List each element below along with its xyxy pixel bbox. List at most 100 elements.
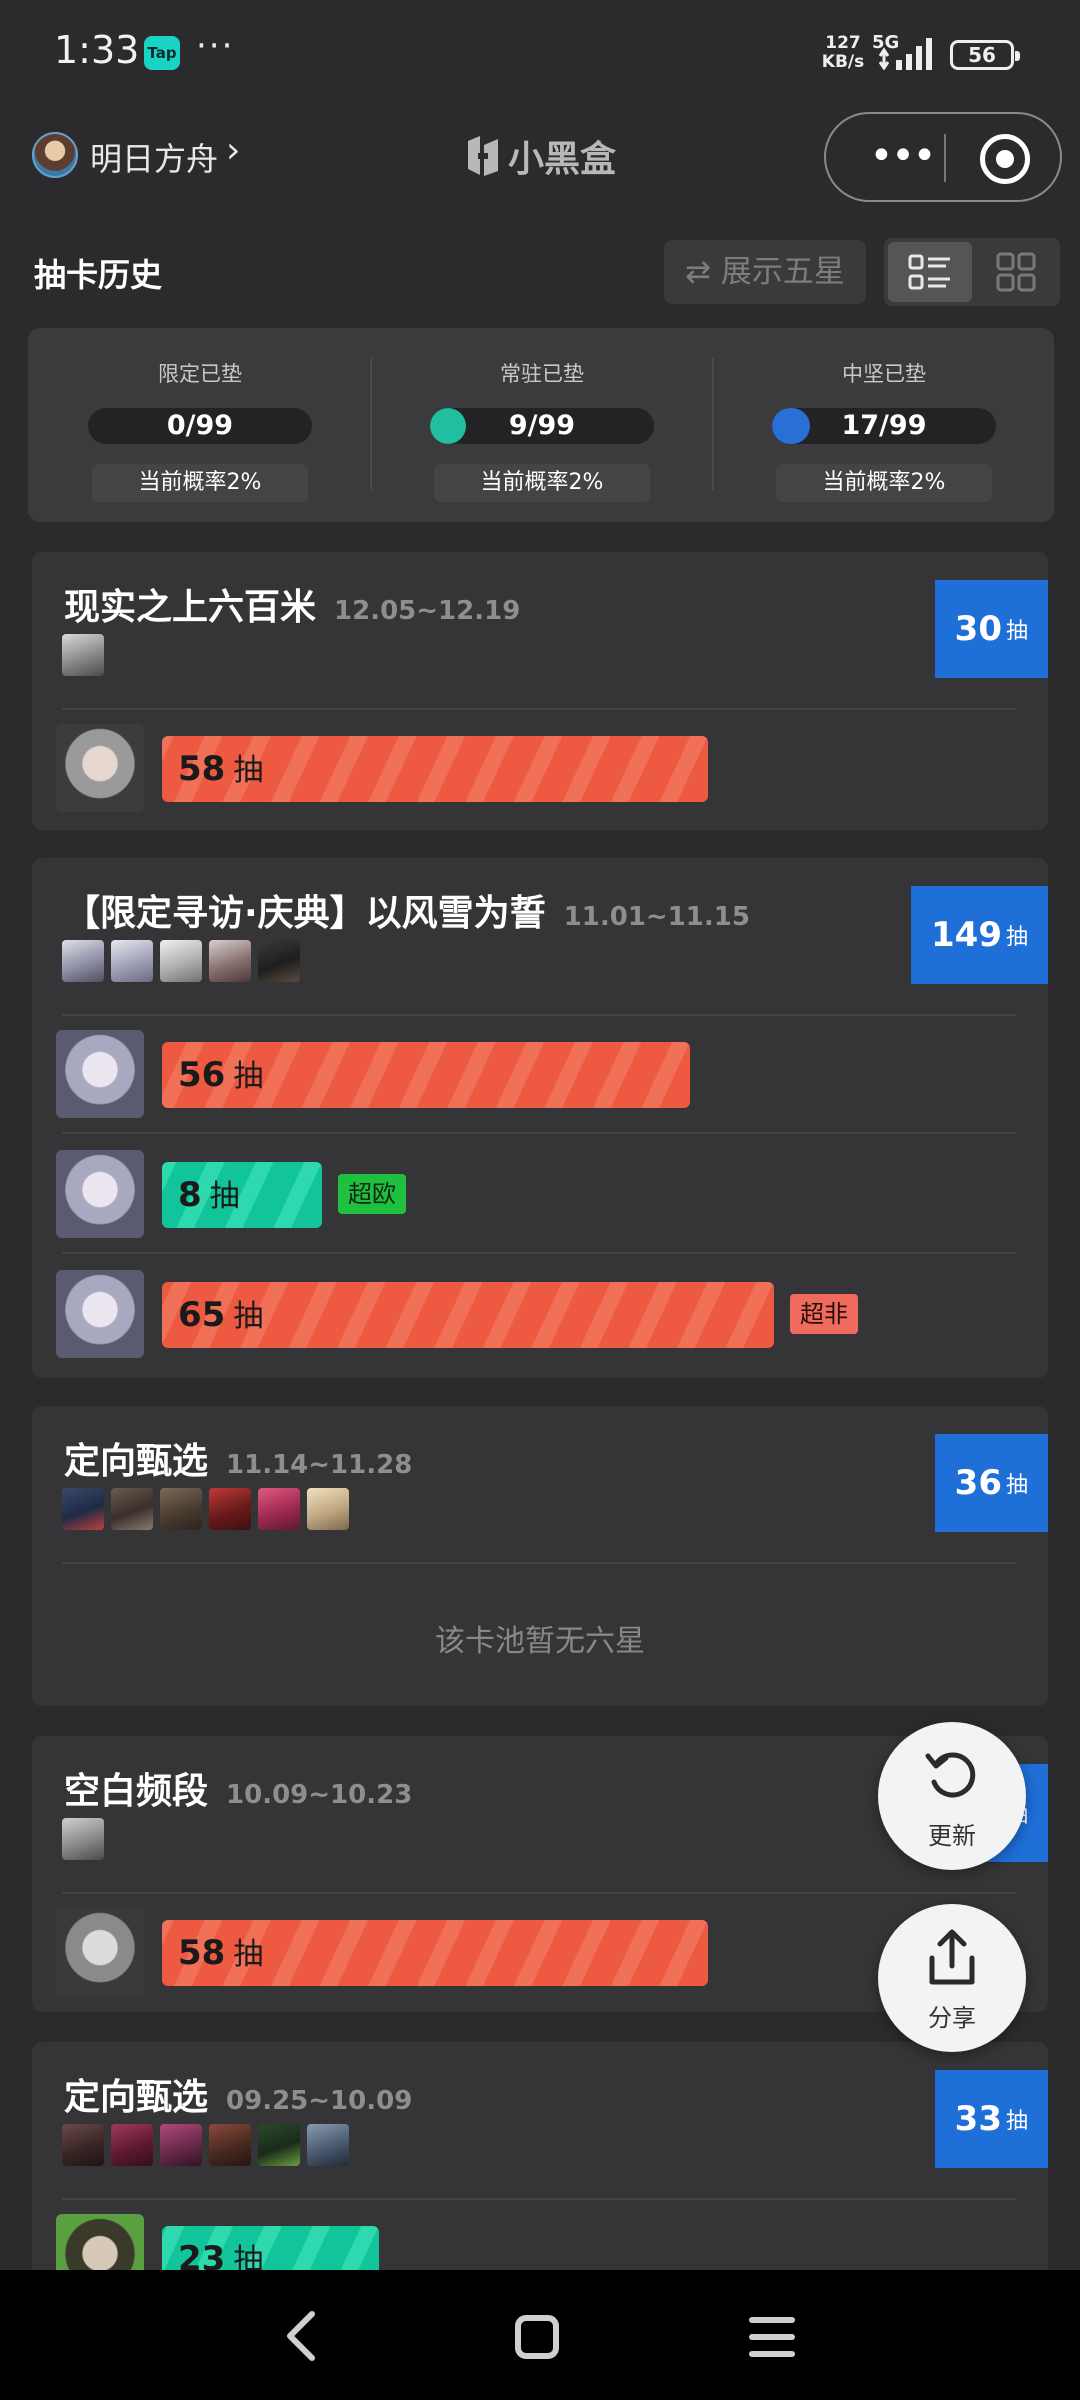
pool-card[interactable]: 【限定寻访·庆典】以风雪为誓 11.01~11.15 149 抽 56 抽 8抽 超欧…: [32, 858, 1048, 1378]
xiaoheihe-logo: 小黑盒: [464, 130, 616, 182]
pity-stats-panel: 限定已垫 0/99 当前概率2% 常驻已垫 9/99 当前概率2% 中坚已垫 1…: [28, 328, 1054, 522]
operator-avatar: [56, 1030, 144, 1118]
grid-view-icon: [996, 252, 1036, 292]
status-bar: 1:33 Tap ··· 127 KB/s 5G 56: [0, 0, 1080, 106]
pool-pull-count-badge: 33 抽: [934, 2070, 1048, 2168]
pool-character-list: [62, 1488, 349, 1530]
card-divider: [62, 1132, 1016, 1134]
character-avatar: [160, 2124, 202, 2166]
character-avatar: [258, 1488, 300, 1530]
grid-view-button[interactable]: [976, 242, 1056, 302]
stat-progress-bar: 0/99: [88, 408, 312, 444]
card-divider: [62, 1892, 1016, 1894]
share-icon: [929, 1929, 975, 1985]
stat-value: 17/99: [841, 410, 927, 441]
share-label: 分享: [928, 2004, 976, 2032]
pool-card[interactable]: 定向甄选 11.14~11.28 36 抽 该卡池暂无六星: [32, 1406, 1048, 1706]
operator-avatar: [56, 724, 144, 812]
six-star-record[interactable]: 65 抽 超非: [54, 1270, 1014, 1360]
stat-progress-bar: 17/99: [772, 408, 996, 444]
character-avatar: [307, 1488, 349, 1530]
character-avatar: [160, 940, 202, 982]
pity-bar: 8抽: [162, 1162, 322, 1228]
refresh-icon: [925, 1752, 976, 1798]
stat-value: 0/99: [166, 410, 234, 441]
operator-avatar: [56, 1270, 144, 1358]
pool-title: 定向甄选 11.14~11.28: [64, 1441, 413, 1482]
six-star-record[interactable]: 58 抽: [54, 1908, 1014, 1998]
character-avatar: [62, 634, 104, 676]
close-target-icon[interactable]: [980, 134, 1030, 184]
character-avatar: [209, 1488, 251, 1530]
six-star-record[interactable]: 56 抽: [54, 1030, 1014, 1120]
show-five-star-button[interactable]: ⇄ 展示五星: [664, 240, 866, 304]
system-nav-bar: [0, 2270, 1080, 2400]
list-view-button[interactable]: [888, 242, 972, 302]
pity-bar: 65 抽: [162, 1282, 774, 1348]
more-icon[interactable]: •••: [866, 128, 938, 188]
operator-avatar: [56, 1908, 144, 1996]
stat-label: 限定已垫: [158, 362, 242, 386]
stat-value: 9/99: [508, 410, 576, 441]
pool-title: 现实之上六百米 12.05~12.19: [64, 587, 521, 628]
character-avatar: [62, 1818, 104, 1860]
pool-card[interactable]: 现实之上六百米 12.05~12.19 30 抽 58 抽: [32, 552, 1048, 830]
pool-title: 空白频段 10.09~10.23: [64, 1771, 413, 1812]
signal-strength-icon: [878, 38, 932, 70]
stat-label: 常驻已垫: [500, 362, 584, 386]
mini-program-header: 明日方舟 › 小黑盒 •••: [0, 106, 1080, 210]
card-divider: [62, 1252, 1016, 1254]
stat-label: 中坚已垫: [842, 362, 926, 386]
stat-standard: 常驻已垫 9/99 当前概率2%: [372, 328, 712, 522]
unlucky-tag: 超非: [790, 1294, 858, 1334]
stat-rate: 当前概率2%: [92, 464, 308, 502]
taptap-notification-icon: Tap: [144, 36, 180, 70]
game-name-link[interactable]: 明日方舟: [90, 134, 218, 180]
stat-limited: 限定已垫 0/99 当前概率2%: [30, 328, 370, 522]
six-star-record[interactable]: 8抽 超欧: [54, 1150, 1014, 1240]
six-star-record[interactable]: 58 抽: [54, 724, 1014, 814]
pool-pull-count-badge: 149 抽: [911, 886, 1048, 984]
character-avatar: [160, 1488, 202, 1530]
refresh-button[interactable]: 更新: [878, 1722, 1026, 1870]
network-speed: 127 KB/s: [821, 33, 865, 72]
pool-character-list: [62, 940, 300, 982]
back-icon[interactable]: [276, 2306, 326, 2366]
pity-bar: 58 抽: [162, 1920, 708, 1986]
pool-character-list: [62, 1818, 104, 1860]
character-avatar: [209, 940, 251, 982]
card-divider: [62, 2198, 1016, 2200]
empty-six-star-note: 该卡池暂无六星: [435, 1624, 645, 1659]
game-avatar[interactable]: [32, 132, 78, 178]
character-avatar: [111, 2124, 153, 2166]
share-button[interactable]: 分享: [878, 1904, 1026, 2052]
battery-icon: 56: [950, 40, 1020, 70]
pool-date: 11.14~11.28: [226, 1450, 413, 1480]
pity-bar: 58 抽: [162, 736, 708, 802]
chevron-right-icon[interactable]: ›: [226, 130, 240, 171]
pool-character-list: [62, 634, 104, 676]
view-toggle: [884, 238, 1060, 306]
home-icon[interactable]: [512, 2312, 562, 2362]
operator-avatar: [56, 1150, 144, 1238]
pool-character-list: [62, 2124, 349, 2166]
page-title: 抽卡历史: [34, 256, 163, 294]
more-notifications-icon: ···: [196, 26, 235, 66]
card-divider: [62, 708, 1016, 710]
refresh-label: 更新: [928, 1822, 976, 1850]
character-avatar: [62, 1488, 104, 1530]
character-avatar: [62, 2124, 104, 2166]
character-avatar: [258, 940, 300, 982]
card-divider: [62, 1562, 1016, 1564]
character-avatar: [111, 940, 153, 982]
list-view-icon: [908, 254, 950, 290]
status-time: 1:33: [54, 28, 140, 72]
stat-rate: 当前概率2%: [434, 464, 650, 502]
pool-title: 定向甄选 09.25~10.09: [64, 2077, 413, 2118]
character-avatar: [111, 1488, 153, 1530]
menu-icon[interactable]: [748, 2312, 796, 2362]
logo-text: 小黑盒: [508, 139, 617, 180]
character-avatar: [307, 2124, 349, 2166]
pool-title: 【限定寻访·庆典】以风雪为誓 11.01~11.15: [64, 893, 750, 934]
character-avatar: [258, 2124, 300, 2166]
